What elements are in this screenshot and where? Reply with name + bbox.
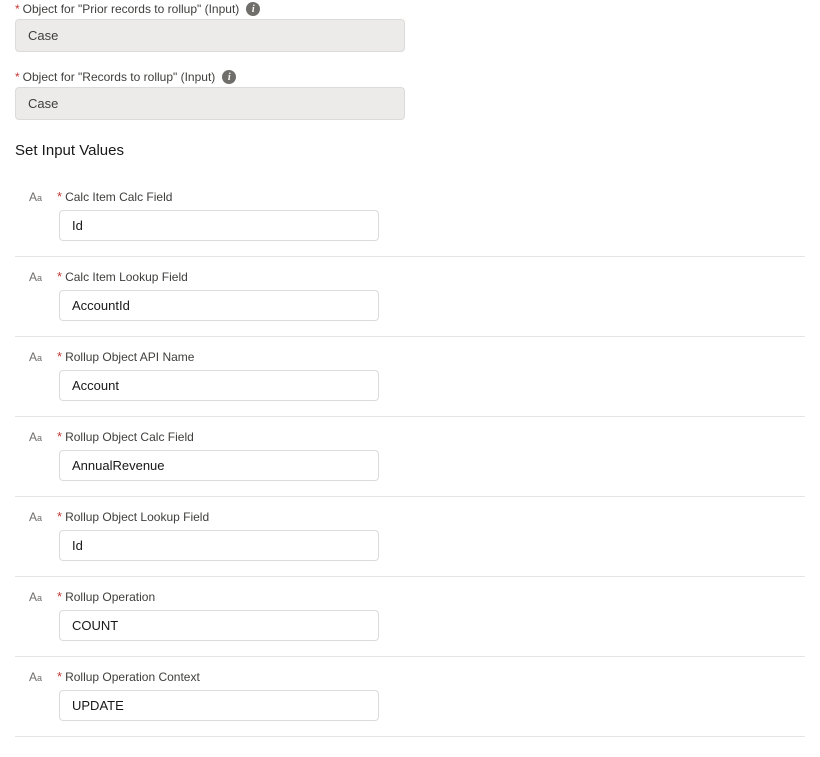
required-asterisk: * xyxy=(57,189,62,204)
prior-records-value[interactable]: Case xyxy=(15,19,405,52)
rollup-operation-label: Rollup Operation xyxy=(65,590,155,604)
label-wrap: Aa * Calc Item Lookup Field xyxy=(29,269,805,284)
records-to-rollup-value[interactable]: Case xyxy=(15,87,405,120)
required-asterisk: * xyxy=(57,669,62,684)
calc-item-lookup-field-input[interactable] xyxy=(59,290,379,321)
required-asterisk: * xyxy=(57,269,62,284)
required-asterisk: * xyxy=(57,429,62,444)
calc-item-calc-field-label: Calc Item Calc Field xyxy=(65,190,172,204)
required-asterisk: * xyxy=(15,70,20,84)
records-to-rollup-field: * Object for "Records to rollup" (Input)… xyxy=(15,70,805,120)
label-wrap: Aa * Rollup Operation Context xyxy=(29,669,805,684)
section-title: Set Input Values xyxy=(15,142,805,159)
rollup-object-api-name-row: Aa * Rollup Object API Name xyxy=(15,337,805,417)
info-icon[interactable]: i xyxy=(246,2,260,16)
rollup-object-calc-field-row: Aa * Rollup Object Calc Field xyxy=(15,417,805,497)
text-type-icon: Aa xyxy=(29,670,47,684)
rollup-object-api-name-label: Rollup Object API Name xyxy=(65,350,194,364)
rollup-operation-row: Aa * Rollup Operation xyxy=(15,577,805,657)
rollup-object-lookup-field-row: Aa * Rollup Object Lookup Field xyxy=(15,497,805,577)
prior-records-field: * Object for "Prior records to rollup" (… xyxy=(15,2,805,52)
required-asterisk: * xyxy=(57,349,62,364)
label-wrap: Aa * Rollup Object Calc Field xyxy=(29,429,805,444)
text-type-icon: Aa xyxy=(29,510,47,524)
text-type-icon: Aa xyxy=(29,190,47,204)
required-asterisk: * xyxy=(57,589,62,604)
calc-item-lookup-field-row: Aa * Calc Item Lookup Field xyxy=(15,257,805,337)
rollup-operation-context-row: Aa * Rollup Operation Context xyxy=(15,657,805,737)
required-asterisk: * xyxy=(15,2,20,16)
rollup-operation-context-label: Rollup Operation Context xyxy=(65,670,200,684)
rollup-object-calc-field-input[interactable] xyxy=(59,450,379,481)
records-to-rollup-label-row: * Object for "Records to rollup" (Input)… xyxy=(15,70,805,84)
label-wrap: Aa * Rollup Object Lookup Field xyxy=(29,509,805,524)
text-type-icon: Aa xyxy=(29,350,47,364)
text-type-icon: Aa xyxy=(29,590,47,604)
rollup-operation-input[interactable] xyxy=(59,610,379,641)
label-wrap: Aa * Rollup Object API Name xyxy=(29,349,805,364)
prior-records-label-row: * Object for "Prior records to rollup" (… xyxy=(15,2,805,16)
rollup-object-calc-field-label: Rollup Object Calc Field xyxy=(65,430,194,444)
calc-item-calc-field-row: Aa * Calc Item Calc Field xyxy=(15,177,805,257)
calc-item-calc-field-input[interactable] xyxy=(59,210,379,241)
label-wrap: Aa * Calc Item Calc Field xyxy=(29,189,805,204)
text-type-icon: Aa xyxy=(29,270,47,284)
info-icon[interactable]: i xyxy=(222,70,236,84)
rollup-object-lookup-field-input[interactable] xyxy=(59,530,379,561)
prior-records-label: Object for "Prior records to rollup" (In… xyxy=(23,2,240,16)
required-asterisk: * xyxy=(57,509,62,524)
rollup-object-lookup-field-label: Rollup Object Lookup Field xyxy=(65,510,209,524)
text-type-icon: Aa xyxy=(29,430,47,444)
rollup-object-api-name-input[interactable] xyxy=(59,370,379,401)
label-wrap: Aa * Rollup Operation xyxy=(29,589,805,604)
records-to-rollup-label: Object for "Records to rollup" (Input) xyxy=(23,70,216,84)
rollup-operation-context-input[interactable] xyxy=(59,690,379,721)
calc-item-lookup-field-label: Calc Item Lookup Field xyxy=(65,270,188,284)
